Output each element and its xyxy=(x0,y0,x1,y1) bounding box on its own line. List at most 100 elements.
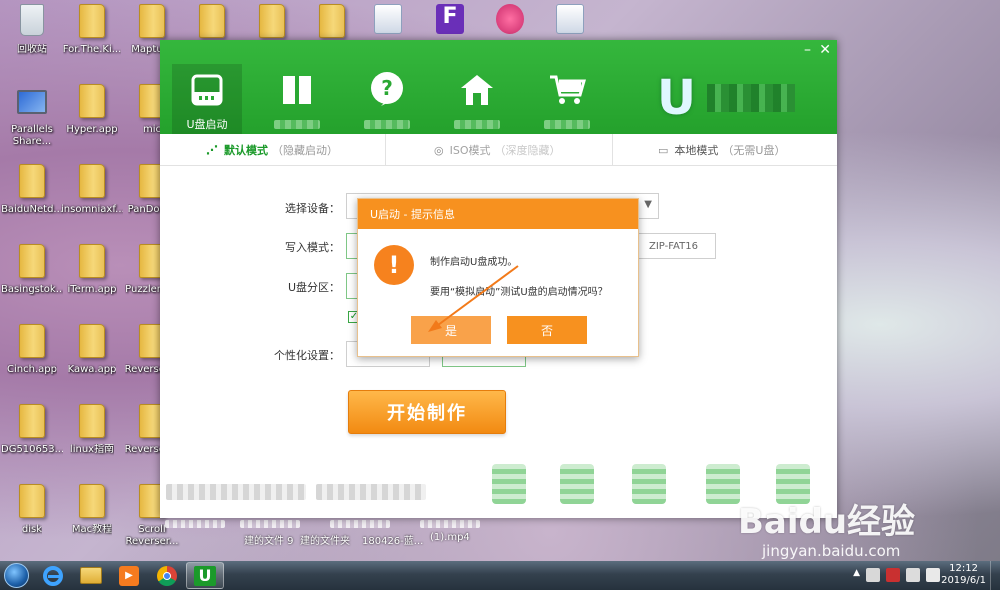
desktop-icon-folder[interactable]: Mac教程 xyxy=(62,480,122,558)
desktop-icon-folder[interactable]: linux指南 xyxy=(62,400,122,478)
show-desktop-button[interactable] xyxy=(990,561,1000,590)
taskbar-chrome[interactable] xyxy=(148,562,186,589)
write-mode-format-value: ZIP-FAT16 xyxy=(649,241,698,252)
dialog-title: U启动 - 提示信息 xyxy=(358,199,638,229)
chrome-icon xyxy=(157,565,177,586)
app-f-icon: F xyxy=(433,4,467,40)
book-icon xyxy=(283,76,311,104)
desktop-file-label[interactable]: 建的文件 9 xyxy=(244,532,294,547)
usb-drive-icon xyxy=(191,74,223,106)
media-player-icon: ▶ xyxy=(119,565,139,586)
tray-notification-icon[interactable] xyxy=(866,568,880,582)
desktop-icon-label: iTerm.app xyxy=(67,284,117,295)
clock-time: 12:12 xyxy=(949,563,978,574)
close-button[interactable]: ✕ xyxy=(819,42,831,58)
monitor-icon: ▭ xyxy=(658,143,669,157)
nav-shop[interactable] xyxy=(532,64,602,134)
desktop-icon-folder[interactable]: For.The.Ki... xyxy=(62,0,122,78)
tab-local-mode-sub: （无需U盘） xyxy=(722,144,786,157)
folder-icon xyxy=(15,164,49,200)
desktop-icon-label: Parallels Share... xyxy=(11,124,53,147)
desktop-icon-folder[interactable]: BaiduNetd... xyxy=(1,160,63,238)
desktop-file-label[interactable]: 180426-蓝... xyxy=(362,532,423,547)
desktop-icon-folder[interactable]: iTerm.app xyxy=(62,240,122,318)
write-mode-format[interactable]: ZIP-FAT16 xyxy=(636,233,716,259)
partition-label: U盘分区： xyxy=(287,281,340,294)
ie-icon xyxy=(43,565,63,586)
tray-network-icon[interactable] xyxy=(906,568,920,582)
nav-usb-boot-label: U盘启动 xyxy=(186,118,228,131)
desktop-icon-label: For.The.Ki... xyxy=(62,44,122,55)
personalize-label: 个性化设置： xyxy=(274,349,340,362)
desktop-icon-folder[interactable]: Kawa.app xyxy=(62,320,122,398)
tab-default-mode[interactable]: ⋰ 默认模式 （隐藏启动） xyxy=(206,134,338,166)
tab-iso-mode-label: ISO模式 xyxy=(449,144,491,157)
recycle-bin-icon xyxy=(15,4,49,40)
clock-date: 2019/6/1 xyxy=(941,575,986,586)
annotation-arrow-icon xyxy=(428,265,519,332)
desktop-icon-folder[interactable]: Cinch.app xyxy=(2,320,62,398)
baidu-logo: Baidu经验 xyxy=(738,502,916,542)
desktop-icon-label: Mac教程 xyxy=(71,524,113,535)
taskbar: ▶ U ▲ 12:12 2019/6/1 xyxy=(0,561,1000,590)
minimize-button[interactable]: – xyxy=(804,42,811,58)
tray-flag-icon[interactable] xyxy=(886,568,900,582)
windows-start-icon[interactable] xyxy=(4,563,29,588)
nav-home[interactable] xyxy=(442,64,512,134)
tab-iso-mode[interactable]: ◎ ISO模式 （深度隐藏） xyxy=(434,134,561,166)
start-create-button[interactable]: 开始制作 xyxy=(348,390,506,434)
chevron-down-icon: ▼ xyxy=(644,199,652,210)
taskbar-uqidong[interactable]: U xyxy=(186,562,224,589)
itunes-icon xyxy=(493,4,527,40)
tray-expand-icon[interactable]: ▲ xyxy=(853,568,860,582)
mode-tabs: ⋰ 默认模式 （隐藏启动） ◎ ISO模式 （深度隐藏） ▭ 本地模式 （无需U… xyxy=(160,134,837,166)
tab-divider xyxy=(385,134,386,166)
nav-label-obscured xyxy=(454,120,500,129)
desktop-icon-folder[interactable]: DG510653... xyxy=(1,400,63,478)
taskbar-explorer[interactable] xyxy=(72,562,110,589)
warning-icon: ! xyxy=(374,245,414,285)
desktop-icon-recycle[interactable]: 回收站 xyxy=(2,0,62,78)
nav-help[interactable]: ? xyxy=(352,64,422,134)
tab-local-mode-label: 本地模式 xyxy=(674,144,719,157)
folder-icon xyxy=(75,484,109,520)
desktop-icon-folder[interactable]: insomniaxf... xyxy=(61,160,123,238)
footer-text-obscured xyxy=(316,484,426,500)
blurred-file-label xyxy=(240,520,300,528)
desktop-file-label[interactable]: 建的文件夹 xyxy=(300,532,350,547)
desktop-icon-label: linux指南 xyxy=(69,444,115,455)
tab-local-mode[interactable]: ▭ 本地模式 （无需U盘） xyxy=(658,134,785,166)
footer-tool-icon[interactable] xyxy=(632,464,666,504)
folder-icon xyxy=(255,4,289,40)
desktop-icon-folder[interactable]: disk xyxy=(2,480,62,558)
footer-tool-icon[interactable] xyxy=(706,464,740,504)
desktop-icon-label: 回收站 xyxy=(17,44,47,55)
blurred-file-label xyxy=(330,520,390,528)
taskbar-ie[interactable] xyxy=(34,562,72,589)
write-mode-label: 写入模式： xyxy=(285,241,340,254)
nav-label-obscured xyxy=(364,120,410,129)
desktop-icon-folder[interactable]: Basingstok... xyxy=(1,240,63,318)
nav-usb-boot[interactable]: U盘启动 xyxy=(172,64,242,134)
desktop-file-label[interactable]: (1).mp4 xyxy=(430,532,470,543)
brand-logo: U xyxy=(657,68,797,126)
taskbar-clock[interactable]: 12:12 2019/6/1 xyxy=(941,563,986,587)
tray-volume-icon[interactable] xyxy=(926,568,940,582)
file-explorer-icon xyxy=(80,567,102,584)
desktop-icon-label: disk xyxy=(21,524,43,535)
taskbar-media-player[interactable]: ▶ xyxy=(110,562,148,589)
folder-icon xyxy=(195,4,229,40)
footer-tool-icon[interactable] xyxy=(560,464,594,504)
desktop-icon-folder[interactable]: Hyper.app xyxy=(62,80,122,158)
folder-icon xyxy=(15,404,49,440)
audio-file-icon xyxy=(553,4,587,40)
footer-tool-icon[interactable] xyxy=(492,464,526,504)
audio-file-icon xyxy=(371,4,405,40)
folder-icon xyxy=(315,4,349,40)
folder-icon xyxy=(15,324,49,360)
home-icon xyxy=(461,75,493,105)
desktop-icon-parallels[interactable]: Parallels Share... xyxy=(2,80,62,158)
device-label: 选择设备： xyxy=(285,202,340,215)
nav-tutorial[interactable] xyxy=(262,64,332,134)
folder-icon xyxy=(75,244,109,280)
